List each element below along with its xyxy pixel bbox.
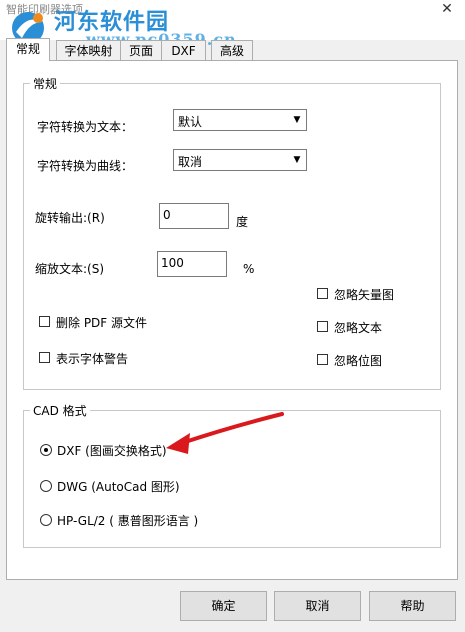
tab-dxf[interactable]: DXF — [161, 40, 206, 60]
text-convert-value: 默认 — [178, 115, 203, 129]
dxf-label: DXF (图画交换格式) — [57, 444, 167, 458]
curve-convert-select[interactable]: 取消 ▼ — [173, 149, 307, 171]
curve-convert-value: 取消 — [178, 155, 203, 169]
hpgl-label: HP-GL/2 ( 惠普图形语言 ) — [57, 514, 199, 528]
delete-pdf-label: 删除 PDF 源文件 — [56, 316, 148, 330]
scale-unit: % — [243, 262, 255, 276]
ignore-vector-label: 忽略矢量图 — [334, 288, 395, 302]
tab-general[interactable]: 常规 — [6, 38, 50, 61]
dwg-label: DWG (AutoCad 图形) — [57, 480, 180, 494]
close-icon[interactable]: ✕ — [439, 1, 455, 17]
dwg-radio[interactable] — [40, 480, 52, 492]
chevron-down-icon: ▼ — [289, 111, 305, 129]
font-warning-label: 表示字体警告 — [56, 352, 129, 366]
rotate-value: 0 — [163, 208, 171, 222]
delete-pdf-checkbox[interactable] — [39, 316, 50, 327]
cancel-button[interactable]: 取消 — [274, 591, 361, 621]
ok-button[interactable]: 确定 — [180, 591, 267, 621]
text-convert-label: 字符转换为文本： — [37, 120, 134, 134]
title-bar: 智能印刷器选项 河东软件园 www.pc0359.cn ✕ — [0, 0, 465, 49]
dxf-radio[interactable] — [40, 444, 52, 456]
chevron-down-icon: ▼ — [289, 151, 305, 169]
curve-convert-label: 字符转换为曲线： — [37, 159, 134, 173]
ignore-text-checkbox[interactable] — [317, 321, 328, 332]
tab-page[interactable]: 页面 — [120, 40, 162, 60]
ignore-bitmap-label: 忽略位图 — [334, 354, 383, 368]
ignore-text-label: 忽略文本 — [334, 321, 383, 335]
tab-advanced[interactable]: 高级 — [211, 40, 253, 60]
cad-format-legend: CAD 格式 — [33, 404, 87, 418]
tab-panel-general: 常规 字符转换为文本： 默认 ▼ 字符转换为曲线： 取消 ▼ 旋转输出:(R) … — [6, 60, 458, 580]
rotate-label: 旋转输出:(R) — [35, 211, 105, 225]
text-convert-select[interactable]: 默认 ▼ — [173, 109, 307, 131]
scale-input[interactable]: 100 — [157, 251, 227, 277]
scale-label: 缩放文本:(S) — [35, 262, 105, 276]
tab-font-mapping[interactable]: 字体映射 — [56, 40, 121, 60]
hpgl-radio[interactable] — [40, 514, 52, 526]
help-button[interactable]: 帮助 — [369, 591, 456, 621]
scale-value: 100 — [161, 256, 184, 270]
rotate-input[interactable]: 0 — [159, 203, 229, 229]
font-warning-checkbox[interactable] — [39, 352, 50, 363]
rotate-unit: 度 — [236, 215, 249, 229]
ignore-bitmap-checkbox[interactable] — [317, 354, 328, 365]
general-group-legend: 常规 — [33, 77, 58, 91]
ignore-vector-checkbox[interactable] — [317, 288, 328, 299]
